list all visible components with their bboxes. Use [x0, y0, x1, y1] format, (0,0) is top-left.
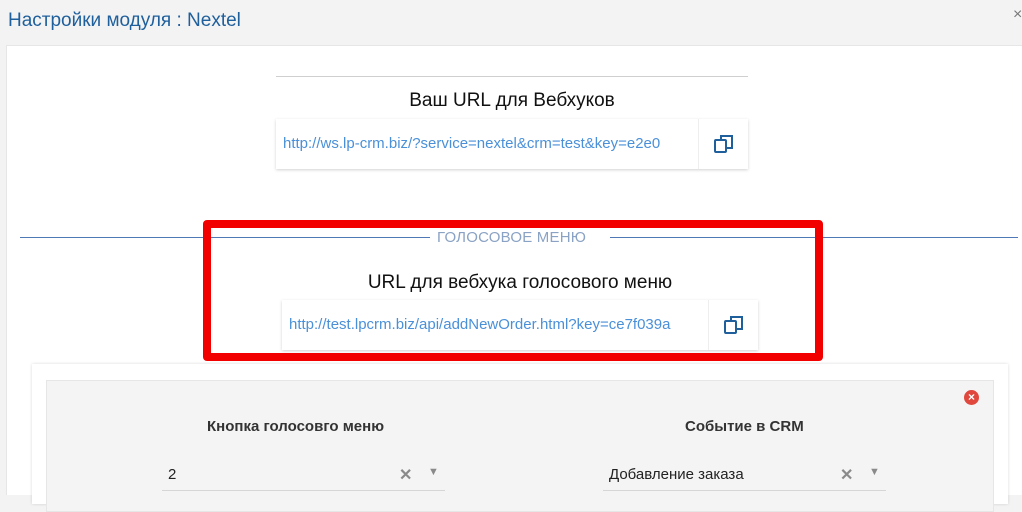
menu-button-select[interactable]: 2 ✕ ▼ — [162, 460, 445, 491]
crm-event-select[interactable]: Добавление заказа ✕ ▼ — [603, 460, 886, 491]
divider — [276, 76, 748, 77]
copy-icon — [714, 135, 733, 153]
webhook-heading: Ваш URL для Вебхуков — [409, 90, 615, 111]
highlight-box — [203, 220, 823, 361]
menu-button-value: 2 — [168, 466, 177, 483]
webhook-url-field[interactable]: http://ws.lp-crm.biz/?service=nextel&crm… — [276, 119, 748, 169]
remove-row-icon[interactable]: × — [964, 390, 979, 405]
modal-title: Настройки модуля : Nextel — [8, 10, 241, 31]
crm-event-value: Добавление заказа — [609, 466, 744, 483]
column-label-crm-event: Событие в CRM — [685, 418, 804, 435]
clear-icon[interactable]: ✕ — [840, 465, 853, 485]
webhook-url-text[interactable]: http://ws.lp-crm.biz/?service=nextel&crm… — [283, 119, 695, 169]
webhook-copy-button[interactable] — [698, 119, 749, 169]
mapping-row — [46, 380, 994, 512]
clear-icon[interactable]: ✕ — [399, 465, 412, 485]
chevron-down-icon[interactable]: ▼ — [869, 466, 880, 478]
close-icon[interactable]: × — [1013, 6, 1022, 24]
column-label-menu-button: Кнопка голосовго меню — [207, 418, 385, 435]
chevron-down-icon[interactable]: ▼ — [428, 466, 439, 478]
